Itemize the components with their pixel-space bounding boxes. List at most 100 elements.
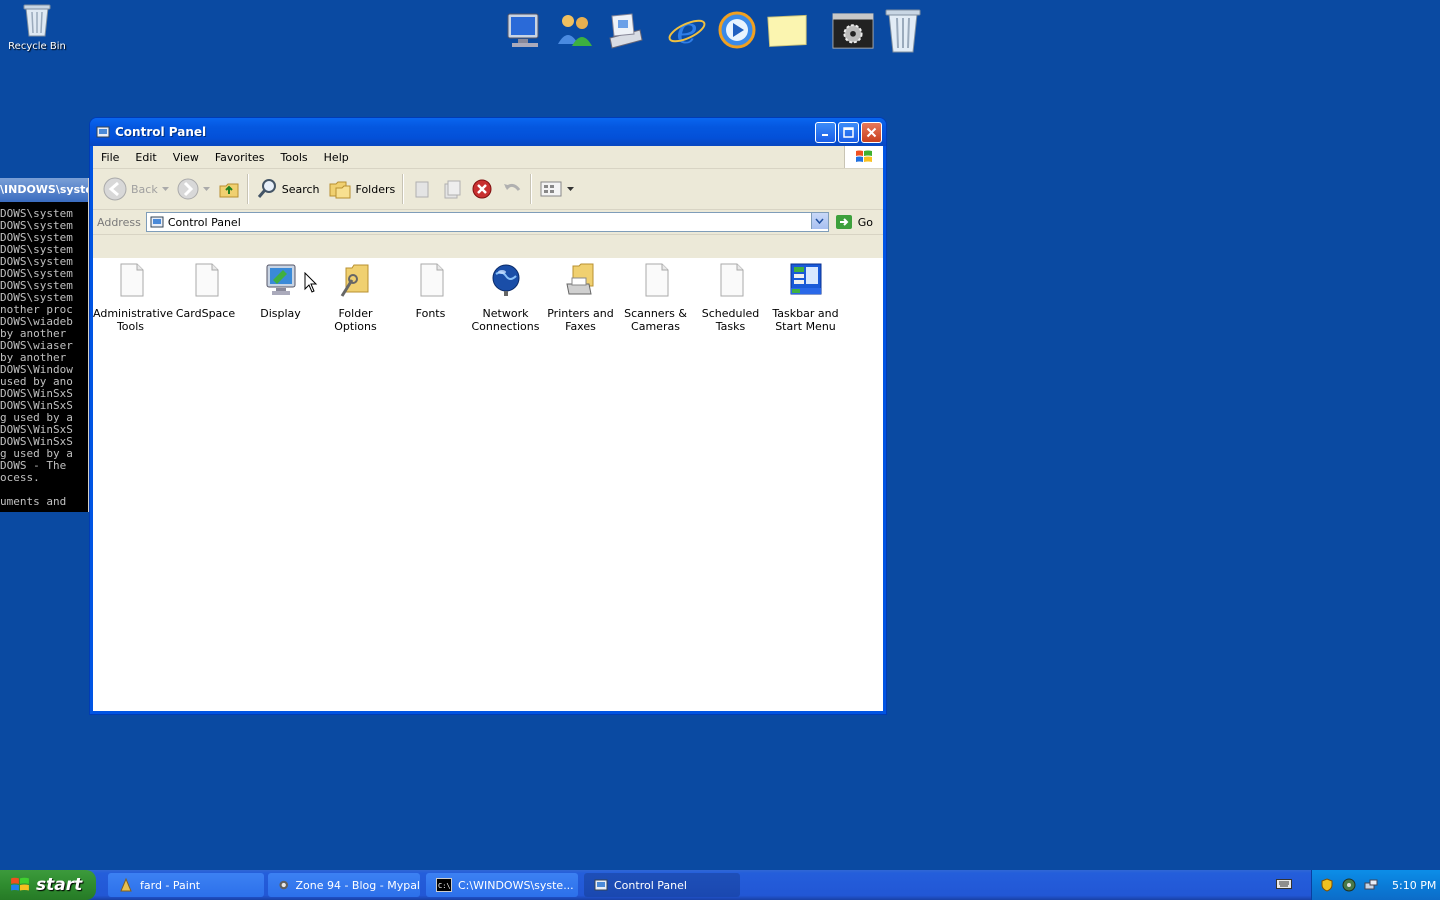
recycle-bin-icon xyxy=(885,9,921,53)
task-label: Zone 94 - Blog - Mypal xyxy=(295,878,420,892)
go-label: Go xyxy=(857,215,873,229)
control-panel-items: Administrative Tools CardSpace Display F… xyxy=(93,258,883,333)
mouse-cursor-icon xyxy=(304,272,318,293)
address-value: Control Panel xyxy=(167,215,241,229)
up-folder-button[interactable] xyxy=(214,173,244,205)
menu-help[interactable]: Help xyxy=(316,151,357,164)
forward-arrow-icon xyxy=(177,178,199,200)
menu-view[interactable]: View xyxy=(165,151,207,164)
delete-button[interactable] xyxy=(467,173,497,205)
task-label: Control Panel xyxy=(614,878,687,892)
close-button[interactable] xyxy=(861,121,882,143)
item-scanners-cameras[interactable]: Scanners & Cameras xyxy=(618,262,693,333)
internet-explorer-icon: e xyxy=(668,11,706,50)
search-button[interactable]: Search xyxy=(252,173,324,205)
undo-icon xyxy=(504,183,521,191)
task-cmd[interactable]: C:\ C:\WINDOWS\syste... xyxy=(426,873,578,897)
svg-text:C:\: C:\ xyxy=(438,882,451,890)
quick-launch-sticky-note[interactable] xyxy=(766,8,808,52)
administrative-tools-icon xyxy=(120,263,143,297)
safely-remove-hardware-icon[interactable] xyxy=(1364,878,1378,892)
system-tray: 5:10 PM xyxy=(1311,870,1440,900)
network-tray-icon[interactable] xyxy=(1342,878,1356,892)
go-button[interactable]: Go xyxy=(829,214,883,230)
control-panel-window[interactable]: Control Panel File Edit View Favorites T… xyxy=(90,118,886,714)
task-label: fard - Paint xyxy=(140,878,201,892)
quick-launch-media-player[interactable] xyxy=(716,8,758,52)
menu-file[interactable]: File xyxy=(93,151,127,164)
title-bar[interactable]: Control Panel xyxy=(90,118,886,146)
maximize-button[interactable] xyxy=(838,121,859,143)
item-cardspace[interactable]: CardSpace xyxy=(168,262,243,333)
item-network-connections[interactable]: Network Connections xyxy=(468,262,543,333)
item-fonts[interactable]: Fonts xyxy=(393,262,468,333)
item-scheduled-tasks[interactable]: Scheduled Tasks xyxy=(693,262,768,333)
minimize-icon xyxy=(821,134,828,136)
quick-launch-scanner[interactable] xyxy=(604,8,646,52)
chevron-down-icon xyxy=(202,186,210,191)
item-label: Display xyxy=(260,307,301,320)
chevron-down-icon xyxy=(815,218,824,224)
address-dropdown-button[interactable] xyxy=(810,213,828,229)
undo-button[interactable] xyxy=(497,173,527,205)
move-to-button[interactable] xyxy=(407,173,437,205)
window-body: File Edit View Favorites Tools Help Back… xyxy=(93,146,883,711)
task-control-panel[interactable]: Control Panel xyxy=(584,873,740,897)
address-input[interactable]: Control Panel xyxy=(145,212,829,232)
start-button[interactable]: start xyxy=(0,870,96,900)
go-arrow-icon xyxy=(835,215,852,229)
task-paint[interactable]: fard - Paint xyxy=(108,873,264,897)
forward-button[interactable] xyxy=(173,173,214,205)
back-button[interactable]: Back xyxy=(99,173,173,205)
folder-options-icon xyxy=(340,264,368,297)
item-label: Fonts xyxy=(415,307,446,320)
recycle-bin-label: Recycle Bin xyxy=(8,41,66,52)
copy-to-button[interactable] xyxy=(437,173,467,205)
item-taskbar-start-menu[interactable]: Taskbar and Start Menu xyxy=(768,262,843,333)
content-pane[interactable]: Administrative Tools CardSpace Display F… xyxy=(93,258,883,711)
item-folder-options[interactable]: Folder Options xyxy=(318,262,393,333)
window-title: Control Panel xyxy=(115,125,207,139)
menu-tools[interactable]: Tools xyxy=(273,151,316,164)
printers-faxes-icon xyxy=(565,263,593,295)
menu-favorites[interactable]: Favorites xyxy=(207,151,273,164)
command-prompt-icon: C:\ xyxy=(436,878,452,892)
recycle-bin-icon xyxy=(23,4,51,37)
clock[interactable]: 5:10 PM xyxy=(1392,879,1436,892)
item-administrative-tools[interactable]: Administrative Tools xyxy=(93,262,174,333)
up-folder-icon xyxy=(219,183,239,198)
item-label: Scheduled Tasks xyxy=(701,307,760,333)
security-shield-icon[interactable] xyxy=(1320,878,1334,892)
users-icon xyxy=(558,15,592,46)
minimize-button[interactable] xyxy=(815,121,836,143)
cardspace-icon xyxy=(195,263,218,297)
item-label: Administrative Tools xyxy=(93,307,174,333)
quick-launch-users[interactable] xyxy=(554,8,596,52)
folders-button[interactable]: Folders xyxy=(324,173,400,205)
scheduled-tasks-icon xyxy=(720,263,743,297)
menu-edit[interactable]: Edit xyxy=(127,151,164,164)
network-connections-icon xyxy=(492,264,519,296)
views-button[interactable] xyxy=(535,173,578,205)
maximize-icon xyxy=(843,126,854,138)
keyboard-icon[interactable] xyxy=(1276,878,1292,890)
task-mypal[interactable]: Zone 94 - Blog - Mypal xyxy=(268,873,420,897)
item-label: CardSpace xyxy=(175,307,236,320)
quick-launch-recycle-bin[interactable] xyxy=(882,8,924,53)
paint-icon xyxy=(120,877,132,892)
item-label: Network Connections xyxy=(471,307,540,333)
quick-launch-settings[interactable] xyxy=(832,8,874,52)
control-panel-icon xyxy=(594,879,608,891)
item-label: Scanners & Cameras xyxy=(624,307,687,333)
console-window[interactable]: \INDOWS\syste DOWS\system DOWS\system DO… xyxy=(0,178,91,512)
delete-icon xyxy=(472,179,492,199)
desktop-recycle-bin[interactable]: Recycle Bin xyxy=(6,2,68,52)
toolbar-separator xyxy=(402,174,405,204)
item-printers-faxes[interactable]: Printers and Faxes xyxy=(543,262,618,333)
menu-bar: File Edit View Favorites Tools Help xyxy=(93,146,883,169)
back-arrow-icon xyxy=(103,177,127,201)
toolbar-separator xyxy=(530,174,533,204)
windows-logo xyxy=(844,146,883,168)
quick-launch-my-computer[interactable] xyxy=(504,8,546,52)
quick-launch-ie[interactable]: e xyxy=(666,8,708,52)
